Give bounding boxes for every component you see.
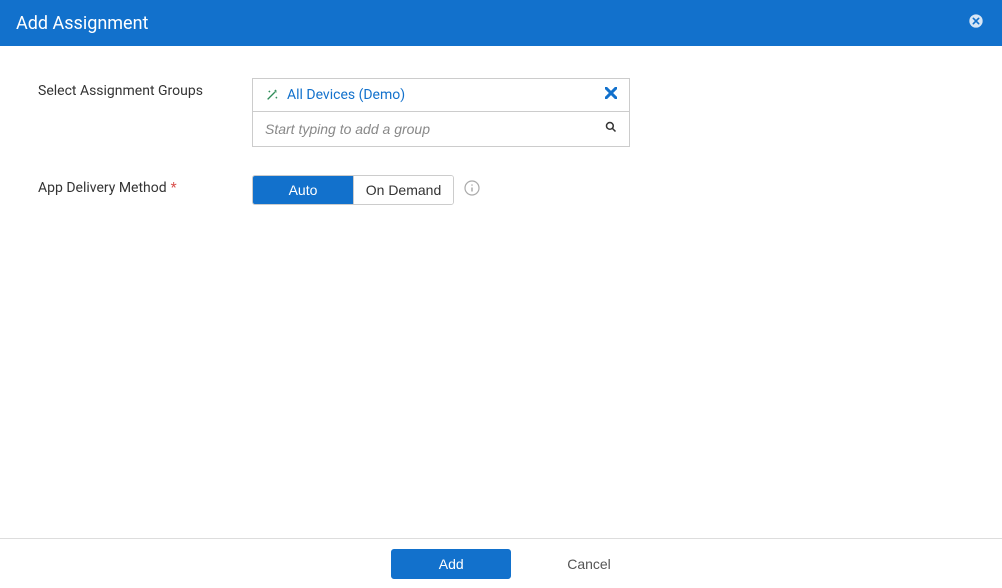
dialog-content: Select Assignment Groups All Devices (De… [0,46,1002,205]
assignment-groups-label: Select Assignment Groups [38,78,252,99]
delivery-method-toggle: Auto On Demand [252,175,454,205]
search-button[interactable] [605,121,617,137]
remove-icon [605,87,617,103]
selected-group-row: All Devices (Demo) [253,79,629,112]
dialog-header: Add Assignment [0,0,1002,46]
close-icon [968,13,984,33]
add-button[interactable]: Add [391,549,511,579]
close-button[interactable] [966,13,986,33]
group-search-row [253,112,629,146]
search-icon [605,121,617,137]
delivery-method-label: App Delivery Method* [38,175,252,196]
group-selection-box: All Devices (Demo) [252,78,630,147]
selected-group-text: All Devices (Demo) [287,87,405,103]
wand-icon [265,88,279,102]
dialog-footer: Add Cancel [0,538,1002,588]
delivery-info-button[interactable] [464,180,480,200]
assignment-groups-row: Select Assignment Groups All Devices (De… [38,78,970,147]
delivery-method-row: App Delivery Method* Auto On Demand [38,175,970,205]
remove-group-button[interactable] [605,87,617,103]
required-indicator: * [171,180,177,196]
group-search-input[interactable] [253,112,605,146]
cancel-button[interactable]: Cancel [567,556,611,572]
delivery-ondemand-button[interactable]: On Demand [353,176,453,204]
dialog-title: Add Assignment [16,13,148,34]
info-icon [464,180,480,200]
selected-group-name[interactable]: All Devices (Demo) [265,87,405,103]
delivery-auto-button[interactable]: Auto [253,176,353,204]
